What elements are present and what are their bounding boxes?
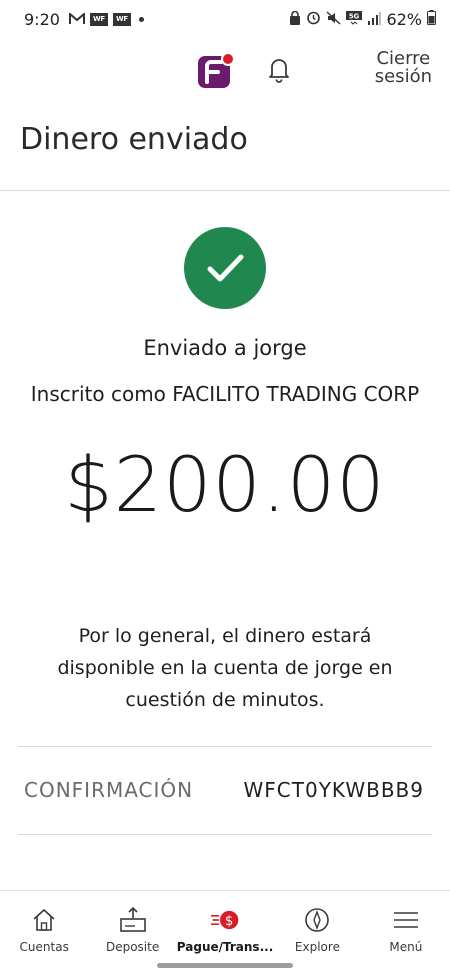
more-notifications-dot-icon [138, 16, 144, 22]
brand-logo-icon[interactable] [196, 50, 236, 90]
status-bar: 9:20 WF WF 5G 62% [0, 0, 450, 38]
deposit-icon [118, 905, 148, 935]
battery-icon [427, 9, 436, 29]
nav-label: Pague/Trans... [176, 940, 274, 954]
nav-item-menu[interactable]: Menú [362, 891, 450, 960]
nav-label: Explore [294, 940, 340, 954]
divider [18, 834, 432, 835]
bottom-nav: Cuentas Deposite $ Pague/Trans... Explor… [0, 890, 450, 960]
nav-item-deposite[interactable]: Deposite [88, 891, 176, 960]
pay-transfer-icon: $ [210, 905, 240, 935]
mute-icon [326, 10, 341, 29]
page-title: Dinero enviado [20, 122, 248, 157]
wf-notification-icon: WF [89, 12, 108, 26]
nav-item-pague-transfiera[interactable]: $ Pague/Trans... [177, 891, 273, 960]
signout-label-line2: sesión [374, 66, 432, 87]
home-indicator[interactable] [157, 963, 293, 968]
success-checkmark-icon [184, 227, 266, 309]
network-5g-icon: 5G [346, 10, 363, 29]
confirmation-label: CONFIRMACIÓN [24, 778, 194, 802]
wf-notification-icon: WF [112, 12, 131, 26]
confirmation-number: WFCT0YKWBBB9 [243, 778, 424, 802]
app-header: Cierre sesión [0, 40, 450, 100]
nav-item-explore[interactable]: Explore [273, 891, 361, 960]
lock-icon [289, 10, 301, 29]
recipient-text: Enviado a jorge [143, 336, 307, 360]
signal-icon [367, 10, 382, 29]
divider [18, 746, 432, 747]
hamburger-menu-icon [391, 905, 421, 935]
svg-text:5G: 5G [349, 12, 360, 20]
signout-button[interactable]: Cierre sesión [375, 50, 432, 86]
amount-sent: $200.00 [64, 440, 386, 529]
home-icon [29, 905, 59, 935]
nav-label: Menú [389, 940, 423, 954]
divider [0, 190, 450, 191]
enrolled-as-text: Inscrito como FACILITO TRADING CORP [30, 382, 420, 406]
nav-label: Deposite [105, 940, 160, 954]
svg-text:$: $ [225, 914, 233, 929]
bell-icon[interactable] [264, 54, 294, 84]
availability-note: Por lo general, el dinero estará disponi… [57, 625, 393, 711]
status-time: 9:20 [24, 9, 60, 29]
alarm-icon [306, 10, 321, 29]
nav-item-cuentas[interactable]: Cuentas [0, 891, 88, 960]
nav-label: Cuentas [19, 940, 69, 954]
gmail-icon [68, 10, 85, 29]
compass-icon [302, 905, 332, 935]
battery-percent: 62% [386, 9, 422, 29]
